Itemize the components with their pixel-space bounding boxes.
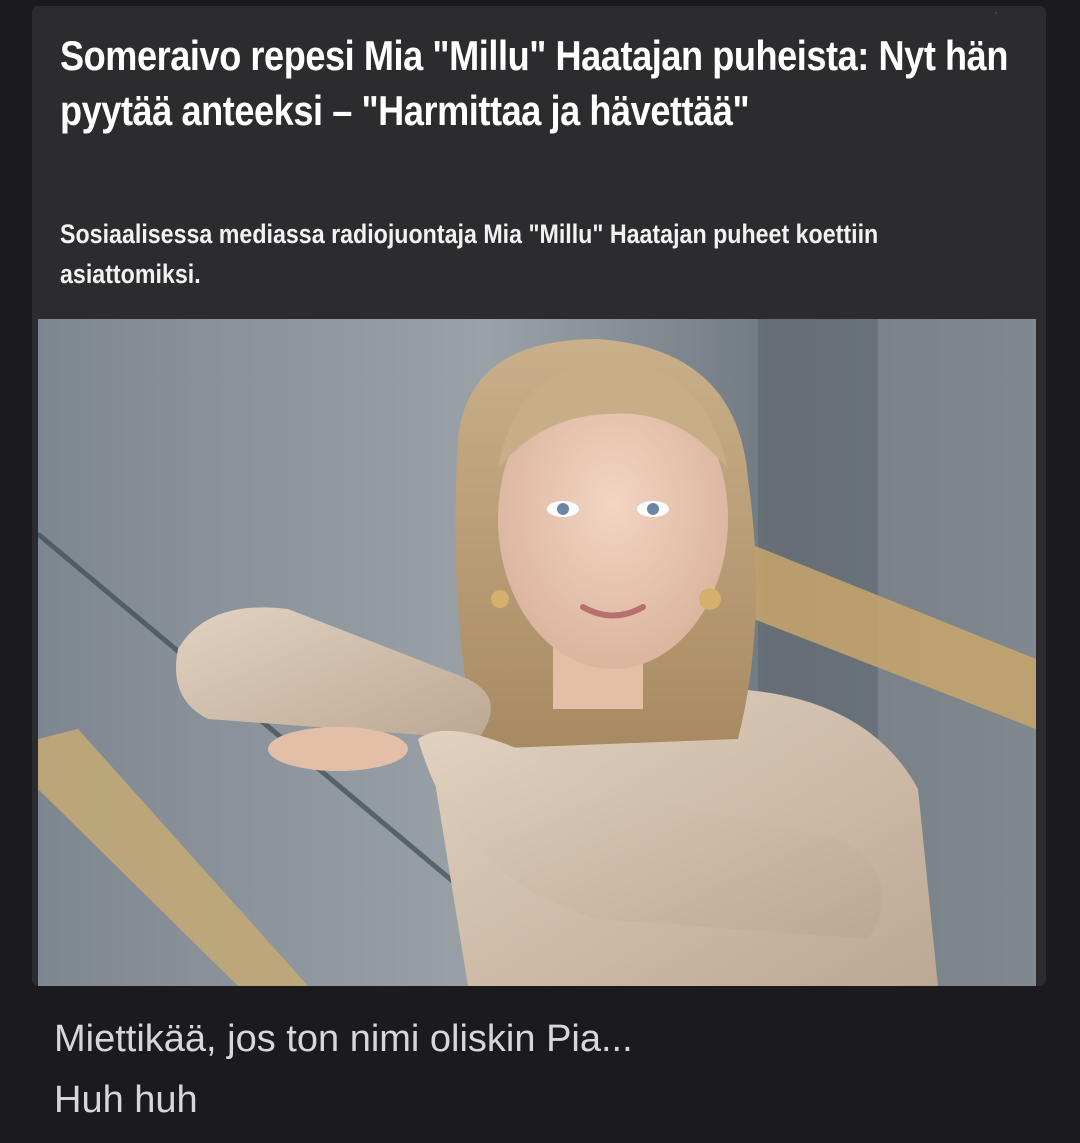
corner-icon: ·: [994, 6, 998, 20]
page: · Someraivo repesi Mia "Millu" Haatajan …: [0, 0, 1080, 1143]
article-lead: Sosiaalisessa mediassa radiojuontaja Mia…: [60, 219, 879, 289]
article-headline[interactable]: Someraivo repesi Mia "Millu" Haatajan pu…: [60, 28, 1015, 138]
comment-text-line-2: Huh huh: [54, 1079, 198, 1121]
article-photo[interactable]: [38, 319, 1036, 986]
comment-text-line-1: Miettikää, jos ton nimi oliskin Pia...: [54, 1018, 633, 1060]
article-link-card[interactable]: · Someraivo repesi Mia "Millu" Haatajan …: [32, 6, 1046, 986]
